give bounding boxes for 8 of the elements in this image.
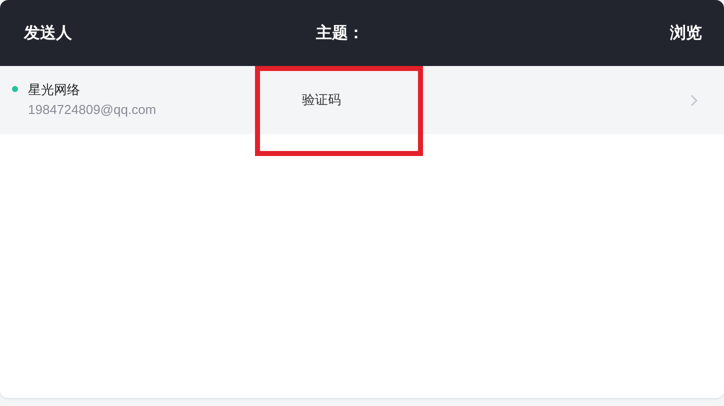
column-header: 主题： bbox=[316, 22, 364, 44]
chevron-right-icon[interactable] bbox=[690, 94, 698, 106]
sender-email: 1984724809@qq.com bbox=[28, 101, 156, 119]
mail-row[interactable]: 星光网络 1984724809@qq.com 验证码 bbox=[0, 66, 724, 134]
column-header: 发送人 bbox=[24, 22, 73, 44]
column-header: 浏览 bbox=[670, 22, 702, 44]
sender-name: 星光网络 bbox=[28, 82, 81, 100]
mail-subject: 验证码 bbox=[302, 92, 342, 109]
